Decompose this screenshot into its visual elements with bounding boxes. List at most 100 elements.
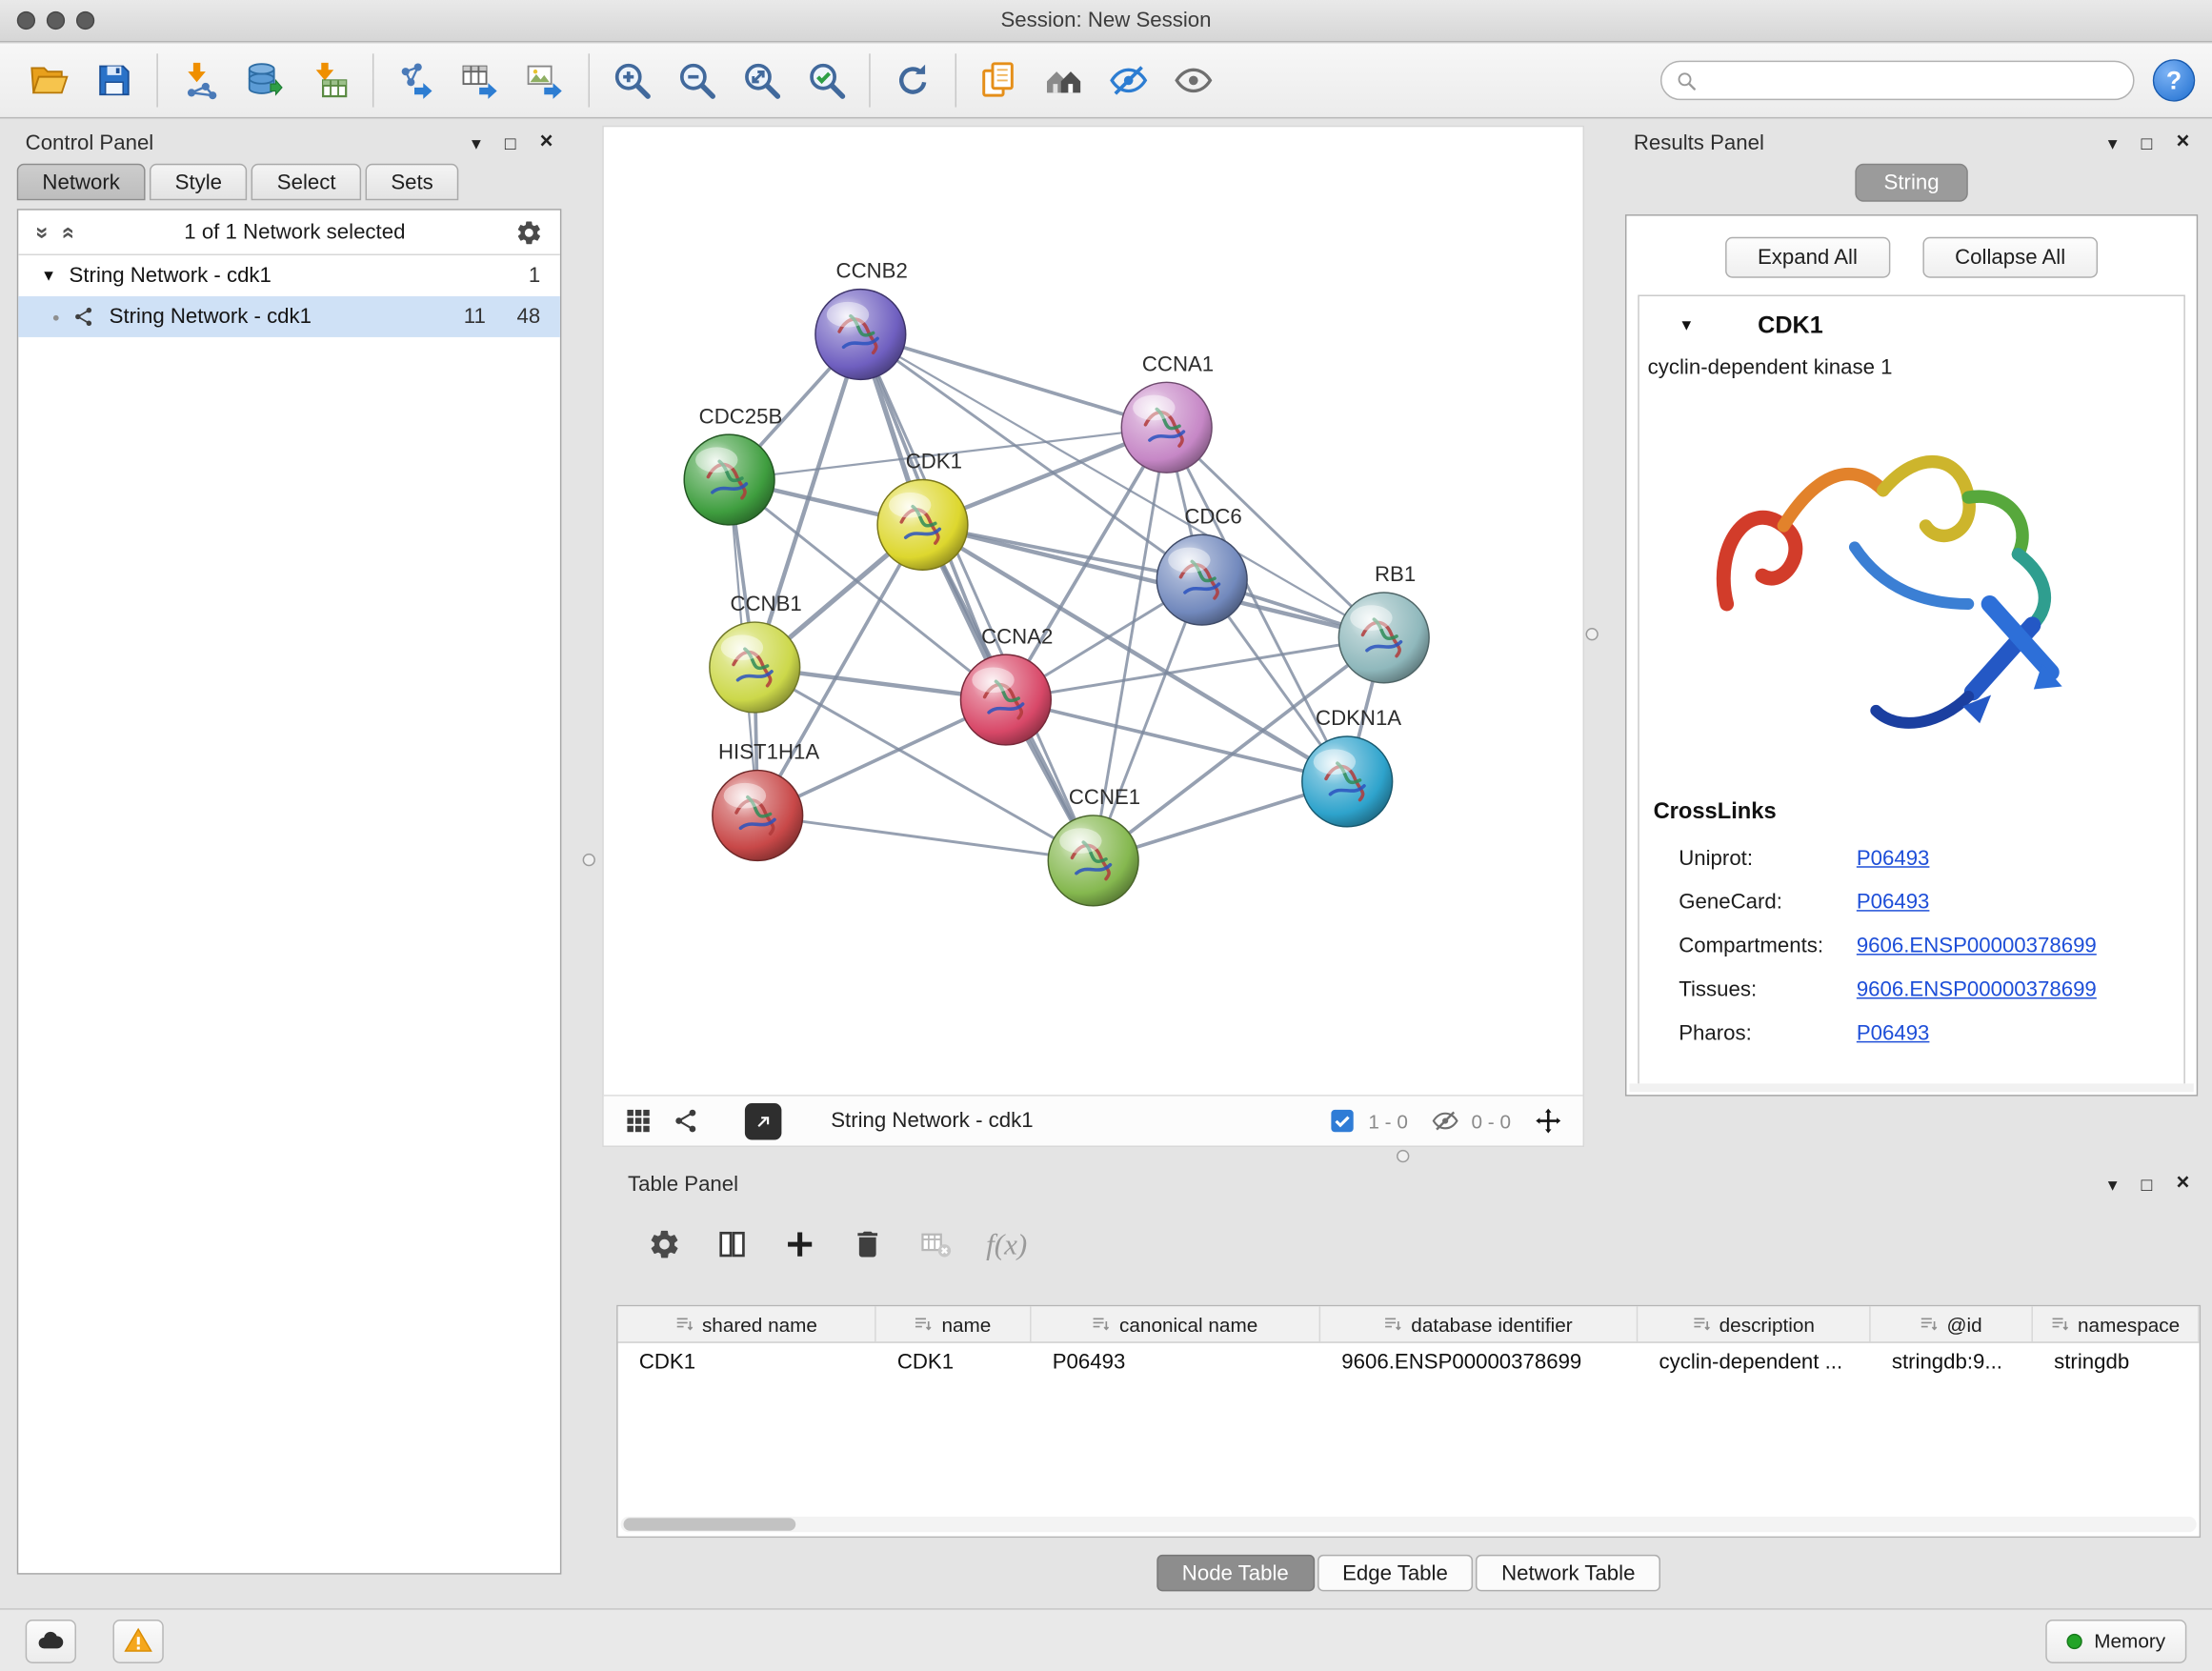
column-header-database-identifier[interactable]: database identifier [1320, 1306, 1638, 1341]
network-node-RB1[interactable]: RB1 [1338, 562, 1429, 683]
network-edge[interactable] [860, 334, 1166, 428]
warnings-button[interactable] [112, 1619, 163, 1662]
splitter-handle[interactable] [583, 854, 595, 866]
grid-view-button[interactable] [624, 1106, 654, 1136]
column-header-canonical-name[interactable]: canonical name [1032, 1306, 1321, 1341]
selected-checkbox-icon[interactable] [1327, 1106, 1357, 1136]
column-header-id[interactable]: @id [1871, 1306, 2033, 1341]
gene-section-header[interactable]: ▼ CDK1 [1639, 296, 2184, 355]
panel-close-icon[interactable]: × [2176, 1173, 2189, 1196]
search-input[interactable] [1707, 70, 2119, 92]
panel-close-icon[interactable]: × [540, 131, 553, 154]
tab-select[interactable]: Select [251, 164, 361, 201]
tree-expand-icon[interactable]: ▼ [41, 268, 70, 285]
network-edge[interactable] [754, 334, 860, 667]
crosslink-link[interactable]: P06493 [1857, 847, 1930, 871]
cloud-status-button[interactable] [26, 1619, 76, 1662]
tab-network[interactable]: Network [17, 164, 146, 201]
network-overview-button[interactable] [672, 1106, 701, 1136]
scrollbar-thumb[interactable] [624, 1518, 796, 1530]
crosslink-link[interactable]: 9606.ENSP00000378699 [1857, 977, 2097, 1001]
splitter-handle[interactable] [1585, 628, 1598, 640]
crosslink-link[interactable]: 9606.ENSP00000378699 [1857, 934, 2097, 957]
network-node-CDK1[interactable]: CDK1 [877, 450, 968, 571]
show-columns-button[interactable] [715, 1227, 750, 1261]
expand-all-button[interactable]: Expand All [1725, 237, 1890, 278]
help-button[interactable]: ? [2153, 59, 2195, 101]
close-window-button[interactable] [17, 11, 35, 30]
network-node-CCNB1[interactable]: CCNB1 [710, 592, 802, 713]
tab-edge-table[interactable]: Edge Table [1317, 1555, 1473, 1592]
column-header-namespace[interactable]: namespace [2033, 1306, 2200, 1341]
network-row-selected[interactable]: ● String Network - cdk1 11 48 [18, 296, 560, 337]
tab-sets[interactable]: Sets [366, 164, 459, 201]
column-header-name[interactable]: name [876, 1306, 1032, 1341]
delete-column-button[interactable] [851, 1227, 885, 1261]
section-expand-icon[interactable]: ▼ [1679, 317, 1707, 334]
export-table-button[interactable] [449, 50, 513, 111]
hidden-eye-slash-icon[interactable] [1431, 1106, 1460, 1136]
network-node-CDC25B[interactable]: CDC25B [684, 404, 782, 525]
panel-menu-icon[interactable]: ▾ [472, 133, 481, 151]
crosslink-link[interactable]: P06493 [1857, 890, 1930, 914]
table-horizontal-scrollbar[interactable] [621, 1517, 2197, 1532]
open-session-button[interactable] [17, 50, 82, 111]
network-edge[interactable] [757, 815, 1093, 860]
zoom-fit-button[interactable] [730, 50, 794, 111]
collapse-all-icon[interactable]: » [55, 226, 81, 238]
memory-button[interactable]: Memory [2046, 1619, 2186, 1662]
detach-view-button[interactable] [745, 1102, 782, 1139]
search-field[interactable] [1660, 61, 2135, 100]
save-session-button[interactable] [82, 50, 147, 111]
network-edge[interactable] [922, 525, 1383, 637]
tab-node-table[interactable]: Node Table [1156, 1555, 1314, 1592]
copy-button[interactable] [966, 50, 1031, 111]
tab-network-table[interactable]: Network Table [1476, 1555, 1660, 1592]
collapse-all-button[interactable]: Collapse All [1922, 237, 2098, 278]
network-node-CCNA2[interactable]: CCNA2 [960, 624, 1053, 745]
column-header-shared-name[interactable]: shared name [618, 1306, 876, 1341]
panel-menu-icon[interactable]: ▾ [2108, 1175, 2118, 1193]
export-image-button[interactable] [513, 50, 578, 111]
import-network-database-button[interactable] [232, 50, 297, 111]
maximize-window-button[interactable] [76, 11, 94, 30]
panel-float-icon[interactable]: □ [2142, 1175, 2153, 1193]
export-network-button[interactable] [384, 50, 449, 111]
tab-style[interactable]: Style [150, 164, 248, 201]
expand-all-icon[interactable]: » [29, 226, 54, 238]
home-button[interactable] [1032, 50, 1096, 111]
column-header-description[interactable]: description [1638, 1306, 1870, 1341]
table-row[interactable]: CDK1 CDK1 P06493 9606.ENSP00000378699 cy… [618, 1343, 2200, 1381]
network-node-CCNB2[interactable]: CCNB2 [815, 259, 908, 380]
function-builder-button[interactable]: f(x) [986, 1227, 1027, 1262]
pan-crosshair-icon[interactable] [1534, 1106, 1563, 1136]
crosslink-link[interactable]: P06493 [1857, 1021, 1930, 1045]
network-canvas-svg[interactable]: CCNB2 CCNA1 CDC25B CDK1 CDC6 RB1 CCNB1 CCNA2 CDK… [604, 127, 1583, 1095]
network-node-CDKN1A[interactable]: CDKN1A [1302, 706, 1401, 827]
tab-string[interactable]: String [1856, 164, 1967, 202]
network-collection-row[interactable]: ▼ String Network - cdk1 1 [18, 255, 560, 296]
results-scrollbar[interactable] [1629, 1083, 2193, 1092]
panel-close-icon[interactable]: × [2176, 131, 2189, 154]
apply-layout-button[interactable] [880, 50, 945, 111]
zoom-selected-button[interactable] [794, 50, 859, 111]
network-node-CCNA1[interactable]: CCNA1 [1121, 352, 1214, 473]
import-table-file-button[interactable] [297, 50, 362, 111]
zoom-in-button[interactable] [599, 50, 664, 111]
delete-table-button[interactable] [918, 1227, 953, 1261]
toggle-visibility-button[interactable] [1096, 50, 1161, 111]
table-options-button[interactable] [648, 1227, 682, 1261]
panel-float-icon[interactable]: □ [505, 133, 516, 151]
network-node-CDC6[interactable]: CDC6 [1156, 504, 1247, 625]
show-details-button[interactable] [1161, 50, 1226, 111]
panel-float-icon[interactable]: □ [2142, 133, 2153, 151]
import-network-file-button[interactable] [168, 50, 232, 111]
network-options-button[interactable] [515, 218, 544, 247]
splitter-handle[interactable] [1397, 1150, 1409, 1162]
network-node-HIST1H1A[interactable]: HIST1H1A [713, 740, 819, 861]
zoom-out-button[interactable] [664, 50, 729, 111]
panel-menu-icon[interactable]: ▾ [2108, 133, 2118, 151]
minimize-window-button[interactable] [47, 11, 65, 30]
network-edge[interactable] [860, 334, 1093, 860]
add-column-button[interactable] [783, 1227, 817, 1261]
